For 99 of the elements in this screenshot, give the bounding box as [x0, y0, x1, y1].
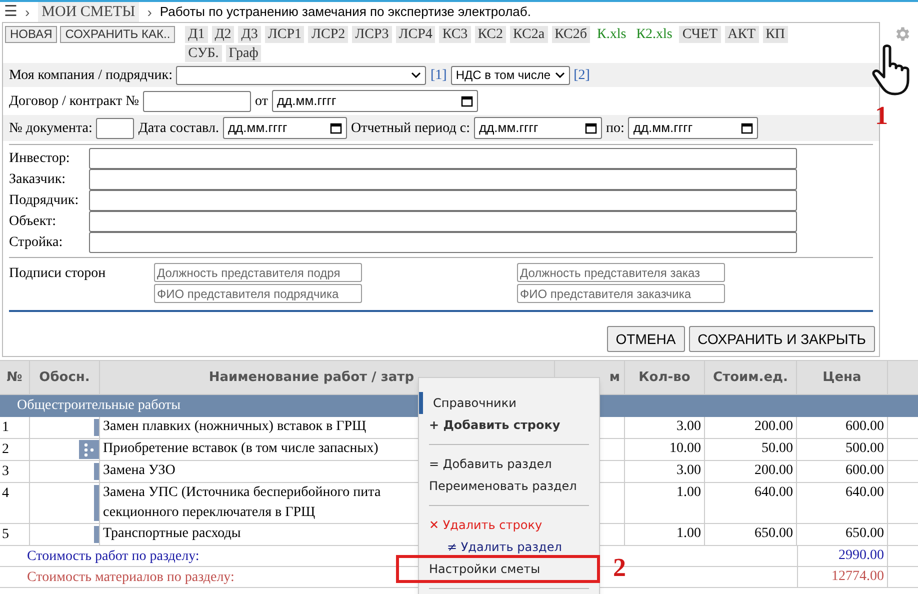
input-field[interactable]	[89, 190, 797, 210]
toolbar-tab[interactable]: Д1	[185, 26, 208, 43]
link[interactable]: [1]	[430, 64, 447, 86]
total-value: 2990.00	[797, 546, 888, 567]
toolbar-tab[interactable]: КП	[762, 26, 788, 43]
field-label: Инвестор:	[9, 150, 71, 168]
toolbar-tab[interactable]: КС3	[439, 26, 471, 43]
table-cell: 1.00	[625, 483, 705, 523]
field-label: Заказчик:	[9, 170, 67, 188]
toolbar-tab[interactable]: Д2	[212, 26, 234, 43]
column-header: Обосн.	[30, 361, 100, 394]
column-header: Кол-во	[625, 361, 705, 394]
table-cell: 650.00	[705, 524, 797, 545]
file-link[interactable]: К.xls	[594, 26, 630, 43]
table-cell: 50.00	[705, 439, 797, 460]
breadcrumb-separator: ›	[146, 2, 153, 22]
table-cell: 640.00	[705, 483, 797, 523]
table-cell: 200.00	[705, 461, 797, 482]
menu-item[interactable]: Настройки сметы	[399, 558, 597, 580]
field-label: Отчетный период с:	[350, 120, 470, 138]
toolbar-button[interactable]: СОХРАНИТЬ КАК..	[60, 26, 176, 43]
calendar-icon	[741, 122, 754, 134]
field-label: Подписи сторон	[9, 265, 107, 283]
input-field[interactable]	[89, 232, 797, 252]
chevron-down-icon	[554, 72, 565, 78]
link[interactable]: [2]	[574, 64, 590, 86]
field-label: № документа:	[9, 120, 92, 138]
table-cell: 500.00	[797, 439, 888, 460]
table-cell: 3	[0, 461, 30, 482]
chevron-down-icon	[411, 72, 422, 78]
date-field[interactable]: дд.мм.гггг	[272, 90, 478, 112]
input-field[interactable]	[89, 168, 797, 190]
annotation-number: 2	[613, 554, 626, 582]
calendar-icon	[330, 122, 342, 134]
field-label: Дата составл.	[138, 120, 219, 138]
signature-field[interactable]: ФИО представителя подрядчика	[154, 284, 362, 303]
field-label: Объект:	[9, 212, 57, 230]
date-field[interactable]: дд.мм.гггг	[222, 117, 347, 139]
table-cell: 200.00	[705, 417, 797, 438]
toolbar-tab[interactable]: ЛСР2	[308, 26, 348, 43]
cancel-button[interactable]: ОТМЕНА	[606, 326, 685, 352]
table-cell: 10.00	[625, 439, 705, 460]
field-label: от	[255, 92, 268, 110]
column-header: Стоим.ед.	[705, 361, 797, 394]
column-header: Цена	[797, 361, 888, 394]
signature-field[interactable]: Должность представителя заказ	[517, 263, 725, 282]
breadcrumb-separator: ›	[24, 2, 31, 22]
table-cell: 5	[0, 524, 30, 545]
calendar-icon	[460, 95, 473, 107]
annotation-number: 1	[875, 102, 888, 130]
toolbar-tab[interactable]: Д3	[238, 26, 261, 43]
table-cell: 600.00	[797, 461, 888, 482]
field-label: Договор / контракт №	[9, 92, 140, 110]
toolbar-tab[interactable]: СУБ.	[185, 45, 222, 62]
toolbar-tab[interactable]: ЛСР1	[264, 26, 304, 43]
column-header: №	[0, 361, 30, 394]
total-label: Стоимость работ по разделу:	[27, 549, 200, 564]
input-field[interactable]	[143, 90, 252, 112]
signature-field[interactable]: ФИО представителя заказчика	[517, 284, 725, 303]
date-field[interactable]: дд.мм.гггг	[628, 117, 758, 139]
date-field[interactable]: дд.мм.гггг	[474, 117, 602, 139]
toolbar-tab[interactable]: ЛСР3	[352, 26, 392, 43]
total-value: 12774.00	[797, 567, 888, 588]
toolbar-tab[interactable]: Граф	[226, 45, 262, 62]
menu-item[interactable]: Справочники	[419, 392, 599, 414]
breadcrumb-link[interactable]: МОИ СМЕТЫ	[38, 2, 140, 24]
input-field[interactable]	[89, 148, 797, 168]
toolbar-tab[interactable]: ЛСР4	[396, 26, 436, 43]
field-label: Подрядчик:	[9, 192, 80, 210]
signature-field[interactable]: Должность представителя подря	[154, 263, 362, 282]
input-field[interactable]	[96, 118, 134, 138]
drag-handle-icon[interactable]	[79, 440, 99, 459]
toolbar-button[interactable]: НОВАЯ	[5, 26, 58, 43]
vat-select[interactable]: НДС в том числе	[450, 66, 570, 84]
field-label: по:	[606, 120, 624, 138]
table-cell: 640.00	[797, 483, 888, 523]
company-select[interactable]	[176, 66, 426, 84]
calendar-icon	[584, 122, 597, 134]
table-cell: 4	[0, 483, 30, 523]
toolbar-tab[interactable]: КС2	[474, 26, 506, 43]
table-cell: 3.00	[625, 417, 705, 438]
save-close-button[interactable]: СОХРАНИТЬ И ЗАКРЫТЬ	[688, 326, 875, 352]
menu-icon[interactable]: ☰	[4, 2, 17, 24]
toolbar-tab[interactable]: КС2а	[510, 26, 548, 43]
toolbar-tab[interactable]: КС2б	[552, 26, 590, 43]
field-label: Стройка:	[9, 234, 64, 252]
table-cell: 3.00	[625, 461, 705, 482]
table-cell: 600.00	[797, 417, 888, 438]
breadcrumb-current: Работы по устранению замечания по экспертизе электролаб.	[160, 3, 531, 22]
input-field[interactable]	[89, 210, 797, 232]
toolbar-tab[interactable]: СЧЕТ	[679, 26, 721, 43]
total-label: Стоимость материалов по разделу:	[27, 570, 234, 585]
field-label: Моя компания / подрядчик:	[9, 66, 172, 84]
file-link[interactable]: К2.xls	[633, 26, 676, 43]
table-cell: 2	[0, 439, 30, 460]
table-cell: 650.00	[797, 524, 888, 545]
table-cell: 1	[0, 417, 30, 438]
toolbar-tab[interactable]: АКТ	[724, 26, 759, 43]
table-cell: 1.00	[625, 524, 705, 545]
